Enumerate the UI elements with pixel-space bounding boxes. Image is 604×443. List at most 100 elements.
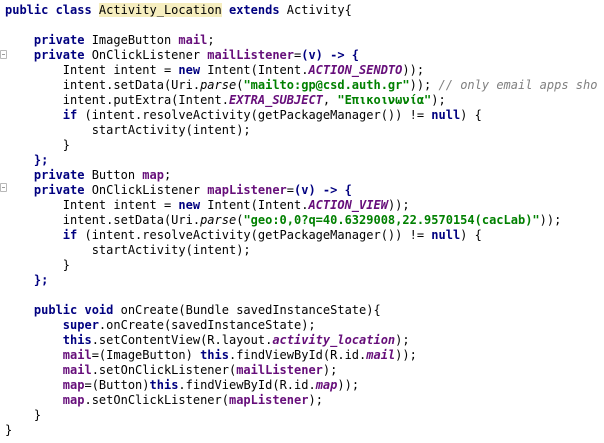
code-token: new	[178, 63, 208, 77]
code-token: null	[431, 228, 461, 242]
code-token: parse	[200, 78, 237, 92]
code-token: extends	[221, 3, 287, 17]
code-line[interactable]: private OnClickListener mapListener=(v) …	[5, 183, 352, 198]
code-token: ImageButton	[91, 33, 179, 47]
code-token: private	[33, 168, 92, 182]
code-token: EXTRA_SUBJECT	[228, 93, 323, 107]
code-token: OnClickListener	[91, 48, 208, 62]
code-token: public class	[5, 3, 99, 17]
code-line[interactable]: private ImageButton mail;	[5, 33, 215, 48]
code-line[interactable]: intent.setData(Uri.parse("geo:0,0?q=40.6…	[5, 213, 562, 228]
code-line[interactable]: intent.putExtra(Intent.EXTRA_SUBJECT, "Ε…	[5, 93, 446, 108]
code-token: Activity_Location	[98, 3, 222, 17]
code-token: intent.setData(Uri.	[5, 78, 201, 92]
code-token: startActivity(intent);	[5, 123, 251, 137]
code-line[interactable]: map.setOnClickListener(mapListener);	[5, 393, 323, 408]
code-token: this	[62, 333, 92, 347]
code-line[interactable]: private OnClickListener mailListener=(v)…	[5, 48, 359, 63]
code-token: this	[149, 378, 179, 392]
code-editor[interactable]: public class Activity_Location extends A…	[0, 0, 604, 443]
code-token: "Επικοινωνία"	[337, 93, 432, 107]
code-line[interactable]: Intent intent = new Intent(Intent.ACTION…	[5, 63, 424, 78]
code-token: ));	[409, 78, 432, 92]
code-token: );	[308, 393, 323, 407]
code-line[interactable]: }	[5, 138, 70, 153]
code-token: );	[322, 363, 338, 377]
code-token: ,	[322, 93, 338, 107]
code-line[interactable]: startActivity(intent);	[5, 243, 251, 258]
code-token: .setOnClickListener(	[84, 393, 229, 407]
code-token: this	[200, 348, 229, 362]
code-line[interactable]: startActivity(intent);	[5, 123, 251, 138]
code-line[interactable]: public void onCreate(Bundle savedInstanc…	[5, 303, 381, 318]
code-token: Intent intent =	[5, 63, 179, 77]
code-token: private	[33, 48, 92, 62]
code-token: Activity{	[286, 3, 352, 17]
code-token: map	[62, 378, 85, 392]
code-token: ) {	[460, 108, 482, 122]
code-line[interactable]: }	[5, 423, 12, 438]
code-token: intent.setData(Uri.	[5, 213, 201, 227]
code-line[interactable]: if (intent.resolveActivity(getPackageMan…	[5, 108, 482, 123]
code-line[interactable]: mail=(ImageButton) this.findViewById(R.i…	[5, 348, 417, 363]
code-token: startActivity(intent);	[5, 243, 251, 257]
code-line[interactable]: intent.setData(Uri.parse("mailto:gp@csd.…	[5, 78, 598, 93]
code-token: ));	[395, 348, 417, 362]
code-token: Intent intent =	[5, 198, 179, 212]
code-line[interactable]: Intent intent = new Intent(Intent.ACTION…	[5, 198, 410, 213]
code-token: mailListener	[236, 363, 323, 377]
code-token: ));	[387, 198, 410, 212]
code-line[interactable]: };	[5, 153, 48, 168]
code-line[interactable]: }	[5, 408, 41, 423]
code-token: ) {	[460, 228, 482, 242]
code-line[interactable]: this.setContentView(R.layout.activity_lo…	[5, 333, 410, 348]
code-token: "geo:0,0?q=40.6329008,22.9570154(cacLab)…	[243, 213, 540, 227]
code-token: };	[33, 273, 49, 287]
code-token: // only email apps sho	[431, 78, 598, 92]
code-token: Button	[91, 168, 143, 182]
code-token: activity_location	[272, 333, 396, 347]
code-token: ;	[163, 168, 172, 182]
code-token: mail	[366, 348, 396, 362]
code-line[interactable]: super.onCreate(savedInstanceState);	[5, 318, 316, 333]
code-line[interactable]: map=(Button)this.findViewById(R.id.map))…	[5, 378, 359, 393]
code-line[interactable]: };	[5, 273, 48, 288]
code-line[interactable]: private Button map;	[5, 168, 171, 183]
code-token: );	[431, 93, 446, 107]
code-line[interactable]: }	[5, 258, 70, 273]
code-token: private	[33, 183, 92, 197]
code-token: mail	[178, 33, 208, 47]
code-line[interactable]: if (intent.resolveActivity(getPackageMan…	[5, 228, 482, 243]
code-token: );	[395, 333, 410, 347]
code-token: ));	[539, 213, 562, 227]
code-line[interactable]: public class Activity_Location extends A…	[5, 3, 352, 18]
code-token: .findViewById(R.id.	[178, 378, 316, 392]
code-token: ACTION_SENDTO	[308, 63, 403, 77]
code-token: ;	[207, 33, 215, 47]
code-token: null	[431, 108, 461, 122]
code-token: }	[5, 408, 42, 422]
code-token: mailListener	[207, 48, 294, 62]
code-token: =(Button)	[84, 378, 150, 392]
code-token: }	[5, 423, 13, 437]
code-token: }	[5, 138, 71, 152]
code-token: map	[315, 378, 338, 392]
code-token: if	[62, 228, 85, 242]
code-token: };	[33, 153, 49, 167]
code-line[interactable]: mail.setOnClickListener(mailListener);	[5, 363, 338, 378]
code-token: Intent(Intent.	[207, 198, 309, 212]
code-token: .findViewById(R.id.	[228, 348, 367, 362]
code-token: mapListener	[207, 183, 287, 197]
code-token: =	[286, 183, 295, 197]
code-token: super	[62, 318, 99, 332]
code-token: intent.putExtra(Intent.	[5, 93, 229, 107]
code-token: if	[62, 108, 85, 122]
